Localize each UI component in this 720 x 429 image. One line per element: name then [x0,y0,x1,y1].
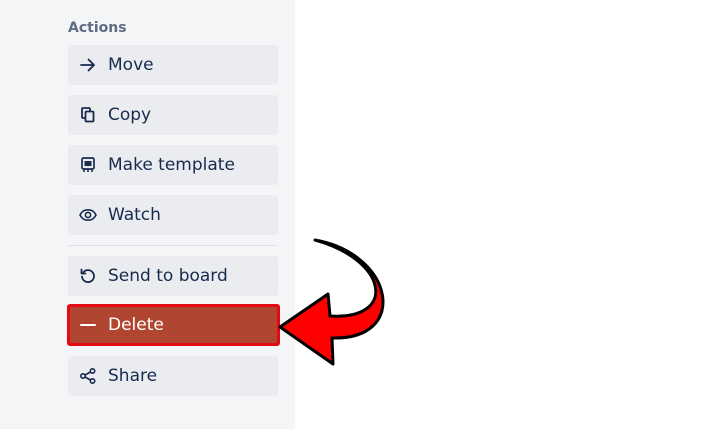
send-to-board-button[interactable]: Send to board [68,256,278,296]
move-button[interactable]: Move [68,45,278,85]
copy-button[interactable]: Copy [68,95,278,135]
minus-icon [79,316,97,334]
annotation-arrow-icon [278,238,385,366]
share-button[interactable]: Share [68,356,278,396]
send-to-board-label: Send to board [108,266,228,286]
watch-label: Watch [108,205,161,225]
card-actions-sidebar: Actions Move Copy Make template Watch Se… [0,0,295,429]
watch-button[interactable]: Watch [68,195,278,235]
restore-icon [79,267,97,285]
share-label: Share [108,366,158,386]
copy-icon [79,106,97,124]
arrow-right-icon [79,56,97,74]
share-icon [79,367,97,385]
make-template-label: Make template [108,155,235,175]
delete-label: Delete [108,315,164,335]
actions-heading: Actions [68,20,127,36]
copy-label: Copy [108,105,152,125]
delete-button[interactable]: Delete [67,304,280,346]
move-label: Move [108,55,154,75]
make-template-button[interactable]: Make template [68,145,278,185]
template-icon [79,156,97,174]
actions-divider [68,245,278,246]
eye-icon [79,206,97,224]
